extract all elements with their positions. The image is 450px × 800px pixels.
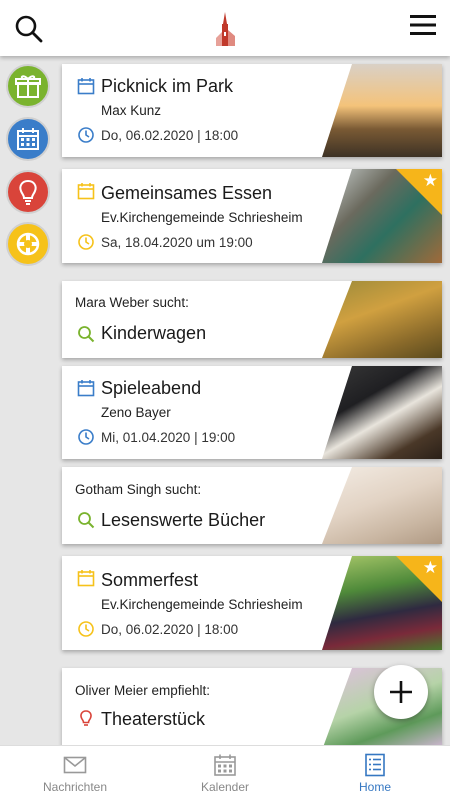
author-name: Mara Weber [75,295,150,310]
author-verb: sucht: [165,482,202,497]
event-card[interactable]: Sommerfest Ev.Kirchengemeinde Schrieshei… [62,556,442,650]
tab-label: Home [358,780,391,794]
envelope-icon [63,756,87,774]
search-icon[interactable] [14,14,44,44]
event-card[interactable]: Gemeinsames Essen Ev.Kirchengemeinde Sch… [62,169,442,263]
calendar-icon [77,570,95,587]
card-author-line: Gotham Singh sucht: [75,482,201,497]
card-title: Spieleabend [101,378,202,398]
tab-label: Nachrichten [42,780,108,794]
author-name: Gotham Singh [75,482,162,497]
hamburger-icon[interactable] [410,14,436,36]
card-date: Do, 06.02.2020 | 18:00 [101,622,239,637]
calendar-icon [214,754,236,776]
tab-label: Kalender [200,780,250,794]
gift-icon [15,75,41,98]
card-title: Sommerfest [101,570,199,590]
plus-icon [390,681,412,703]
search-card[interactable]: Gotham Singh sucht: Lesenswerte Bücher [62,467,442,544]
lifebuoy-icon [16,232,40,256]
tab-home[interactable]: Home [300,746,450,800]
chess-photo [322,366,442,459]
park-picnic-photo [322,64,442,157]
card-title: Lesenswerte Bücher [101,510,266,530]
card-date: Sa, 18.04.2020 um 19:00 [101,235,253,250]
top-bar [0,0,450,56]
card-organizer: Ev.Kirchengemeinde Schriesheim [101,597,303,612]
lightbulb-icon [19,179,37,205]
calendar-icon [77,183,95,200]
calendar-icon [17,128,39,150]
search-icon [78,326,95,343]
card-title: Picknick im Park [101,76,234,96]
bottom-navigation: Nachrichten Kalender Home [0,745,450,800]
lightbulb-icon [80,710,92,726]
card-date: Do, 06.02.2020 | 18:00 [101,128,239,143]
church-logo-icon [216,12,235,46]
clock-icon [78,429,94,445]
card-date: Mi, 01.04.2020 | 19:00 [101,430,236,445]
star-icon: ★ [422,171,438,190]
book-photo [322,467,442,544]
calendar-icon [77,78,95,95]
card-organizer: Max Kunz [101,103,162,118]
star-icon: ★ [422,558,438,577]
card-title: Theaterstück [101,709,206,729]
clock-icon [78,621,94,637]
stroller-photo [322,281,442,358]
search-icon [78,512,95,529]
list-icon [365,753,385,777]
card-organizer: Ev.Kirchengemeinde Schriesheim [101,210,303,225]
search-card[interactable]: Mara Weber sucht: Kinderwagen [62,281,442,358]
event-card[interactable]: Spieleabend Zeno Bayer Mi, 01.04.2020 | … [62,366,442,459]
tab-kalender[interactable]: Kalender [150,746,300,800]
author-name: Oliver Meier [75,683,148,698]
category-calendar-button[interactable] [6,117,50,161]
category-help-button[interactable] [6,222,50,266]
card-author-line: Mara Weber sucht: [75,295,189,310]
author-verb: empfiehlt: [151,683,211,698]
card-title: Gemeinsames Essen [101,183,273,203]
card-organizer: Zeno Bayer [101,405,171,420]
category-idea-button[interactable] [6,170,50,214]
calendar-icon [77,380,95,397]
author-verb: sucht: [152,295,189,310]
clock-icon [78,234,94,250]
tab-nachrichten[interactable]: Nachrichten [0,746,150,800]
clock-icon [78,127,94,143]
category-gift-button[interactable] [6,64,50,108]
card-title: Kinderwagen [101,323,207,343]
card-author-line: Oliver Meier empfiehlt: [75,683,210,698]
add-button[interactable] [374,665,428,719]
event-card[interactable]: Picknick im Park Max Kunz Do, 06.02.2020… [62,64,442,157]
